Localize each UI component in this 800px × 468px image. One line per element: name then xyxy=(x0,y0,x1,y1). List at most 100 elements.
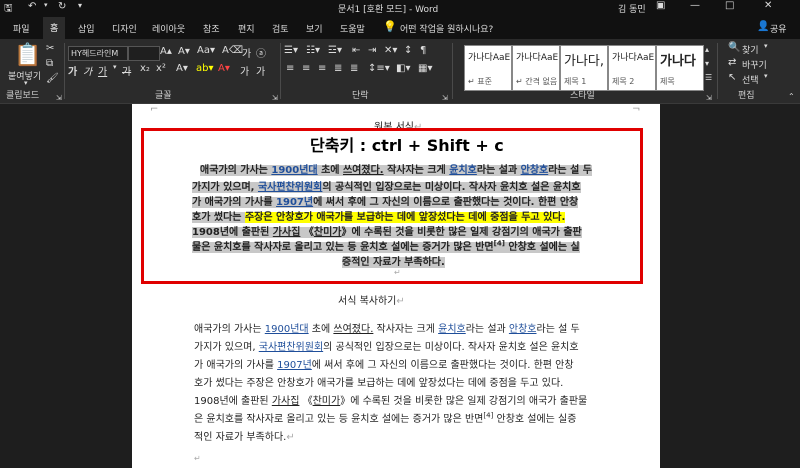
style-preview: 가나다AaE xyxy=(516,53,559,63)
user-name[interactable]: 김 동민 xyxy=(618,2,646,15)
clipboard-icon[interactable]: 📋 xyxy=(14,43,41,68)
paste-dropdown-icon[interactable]: ▾ xyxy=(24,79,28,87)
ribbon: 📋 붙여넣기 ▾ ✂ ⧉ 🖌 클립보드 ⇲ HY헤드라인M A▴ A▾ Aa▾ … xyxy=(0,39,800,104)
show-marks-icon[interactable]: ¶ xyxy=(420,45,426,56)
find-button[interactable]: 찾기 xyxy=(742,43,759,56)
select-dropdown-icon[interactable]: ▾ xyxy=(764,72,768,80)
font-size-select[interactable] xyxy=(128,46,160,61)
style-launcher-icon[interactable]: ⇲ xyxy=(706,94,712,102)
text-effects-icon[interactable]: A▾ xyxy=(176,63,188,74)
highlight-color-icon[interactable]: ab▾ xyxy=(196,63,214,74)
clear-format-icon[interactable]: A⌫ xyxy=(222,45,243,56)
plain-para-line-7[interactable]: 적인 자료가 부족하다.↵ xyxy=(194,428,295,443)
ribbon-display-icon[interactable]: ▣ xyxy=(656,0,665,11)
tab-design[interactable]: 디자인 xyxy=(112,22,137,35)
subscript-icon[interactable]: x₂ xyxy=(140,63,150,74)
multilevel-list-icon[interactable]: ☲▾ xyxy=(328,45,342,56)
distributed-icon[interactable]: ≣ xyxy=(350,63,358,74)
strikethrough-icon[interactable]: 가 xyxy=(122,63,131,78)
clipboard-launcher-icon[interactable]: ⇲ xyxy=(56,94,62,102)
group-style-label: 스타일 xyxy=(570,91,595,101)
bullets-icon[interactable]: ☰▾ xyxy=(284,45,298,56)
tab-review[interactable]: 검토 xyxy=(272,22,289,35)
customize-toolbar-icon[interactable]: ▾ xyxy=(78,1,82,10)
redo-icon[interactable]: ↻ xyxy=(58,1,66,12)
style-name: 제목 2 xyxy=(612,77,635,86)
tab-file[interactable]: 파일 xyxy=(13,22,30,35)
enclose-char-icon[interactable]: ⓐ xyxy=(256,45,266,60)
superscript-icon[interactable]: x² xyxy=(156,63,166,74)
group-clipboard-label: 클립보드 xyxy=(6,91,40,101)
style-normal[interactable]: 가나다AaE ↵ 표준 xyxy=(464,45,512,91)
chinese-layout-icon[interactable]: ✕▾ xyxy=(384,45,397,56)
cut-icon[interactable]: ✂ xyxy=(46,43,54,54)
style-name: 제목 xyxy=(660,77,675,86)
maximize-icon[interactable]: □ xyxy=(725,0,734,11)
tab-layout[interactable]: 레이아웃 xyxy=(152,22,185,35)
phonetic-guide-icon[interactable]: 가 xyxy=(242,45,251,60)
tab-home[interactable]: 홈 xyxy=(43,17,66,40)
align-right-icon[interactable]: ≡ xyxy=(318,63,326,74)
style-no-spacing[interactable]: 가나다AaE ↵ 간격 없음 xyxy=(512,45,560,91)
undo-icon[interactable]: ↶ xyxy=(28,1,36,12)
char-shading-icon[interactable]: 가 xyxy=(240,63,249,78)
select-icon: ↖ xyxy=(728,72,737,83)
font-name-select[interactable]: HY헤드라인M xyxy=(68,46,128,61)
undo-dropdown-icon[interactable]: ▾ xyxy=(44,1,48,9)
increase-indent-icon[interactable]: ⇥ xyxy=(368,45,376,56)
numbering-icon[interactable]: ☷▾ xyxy=(306,45,320,56)
title-bar: 🖫 ↶ ▾ ↻ ▾ 문서1 [호환 모드] - Word 김 동민 ▣ — □ … xyxy=(0,0,800,15)
justify-icon[interactable]: ≣ xyxy=(334,63,342,74)
plain-para-line-5[interactable]: 1908년에 출판된 가사집 《찬미가》에 수록된 것을 비롯한 많은 일제 강… xyxy=(194,392,587,407)
font-color-icon[interactable]: A▾ xyxy=(218,63,230,74)
share-button[interactable]: 공유 xyxy=(770,22,787,35)
plain-para-line-4[interactable]: 호가 썼다는 주장은 안창호가 애국가를 보급하는 데에 앞장섰다는 데에 중점… xyxy=(194,374,563,389)
replace-button[interactable]: 바꾸기 xyxy=(742,58,767,71)
paragraph-launcher-icon[interactable]: ⇲ xyxy=(442,94,448,102)
find-dropdown-icon[interactable]: ▾ xyxy=(764,42,768,50)
styles-scroll-up-icon[interactable]: ▴ xyxy=(705,45,709,54)
underline-icon[interactable]: 가 xyxy=(98,63,107,78)
underline-dropdown-icon[interactable]: ▾ xyxy=(113,63,117,71)
format-painter-icon[interactable]: 🖌 xyxy=(46,73,59,84)
sort-icon[interactable]: ↕ xyxy=(404,45,412,56)
borders-icon[interactable]: ▦▾ xyxy=(418,63,432,74)
bold-icon[interactable]: 가 xyxy=(68,63,77,78)
tab-help[interactable]: 도움말 xyxy=(340,22,365,35)
tab-view[interactable]: 보기 xyxy=(306,22,323,35)
tab-references[interactable]: 참조 xyxy=(203,22,220,35)
group-paragraph-label: 단락 xyxy=(352,91,369,101)
shading-icon[interactable]: ◧▾ xyxy=(396,63,410,74)
collapse-ribbon-icon[interactable]: ⌃ xyxy=(788,92,795,101)
annotation-highlight-box xyxy=(141,128,643,284)
style-title[interactable]: 가나다 제목 xyxy=(656,45,704,91)
plain-para-line-6[interactable]: 은 윤치호를 작사자로 올리고 있는 등 윤치호 설에는 증거가 많은 반면[4… xyxy=(194,410,576,425)
grow-font-icon[interactable]: A▴ xyxy=(160,46,172,57)
copy-icon[interactable]: ⧉ xyxy=(46,58,53,69)
style-heading-2[interactable]: 가나다AaE 제목 2 xyxy=(608,45,656,91)
plain-para-line-2[interactable]: 가지가 있으며, 국사편찬위원회의 공식적인 입장으로는 미상이다. 작사자 윤… xyxy=(194,338,579,353)
change-case-icon[interactable]: Aa▾ xyxy=(197,45,215,56)
char-border-icon[interactable]: 가 xyxy=(256,63,265,78)
decrease-indent-icon[interactable]: ⇤ xyxy=(352,45,360,56)
italic-icon[interactable]: 가 xyxy=(83,63,92,78)
style-heading-1[interactable]: 가나다, 제목 1 xyxy=(560,45,608,91)
font-launcher-icon[interactable]: ⇲ xyxy=(272,94,278,102)
tab-mailings[interactable]: 편지 xyxy=(238,22,255,35)
line-spacing-icon[interactable]: ↕≡▾ xyxy=(368,63,390,74)
plain-para-line-3[interactable]: 가 애국가의 가사를 1907년에 써서 후에 그 자신의 이름으로 출판했다는… xyxy=(194,356,574,371)
styles-scroll-down-icon[interactable]: ▾ xyxy=(705,59,709,68)
select-button[interactable]: 선택 xyxy=(742,73,759,86)
minimize-icon[interactable]: — xyxy=(690,0,700,11)
align-left-icon[interactable]: ≡ xyxy=(286,63,294,74)
style-preview: 가나다, xyxy=(564,54,605,69)
styles-more-icon[interactable]: ☰ xyxy=(705,73,712,82)
tell-me-input[interactable]: 어떤 작업을 원하시나요? xyxy=(400,22,493,35)
close-icon[interactable]: ✕ xyxy=(764,0,772,11)
find-icon: 🔍 xyxy=(728,42,741,53)
align-center-icon[interactable]: ≡ xyxy=(302,63,310,74)
shrink-font-icon[interactable]: A▾ xyxy=(178,46,190,57)
plain-para-line-1[interactable]: 애국가의 가사는 1900년대 초에 쓰여졌다. 작사자는 크게 윤치호라는 설… xyxy=(194,320,580,335)
style-name: ↵ 표준 xyxy=(468,77,492,86)
tab-insert[interactable]: 삽입 xyxy=(78,22,95,35)
